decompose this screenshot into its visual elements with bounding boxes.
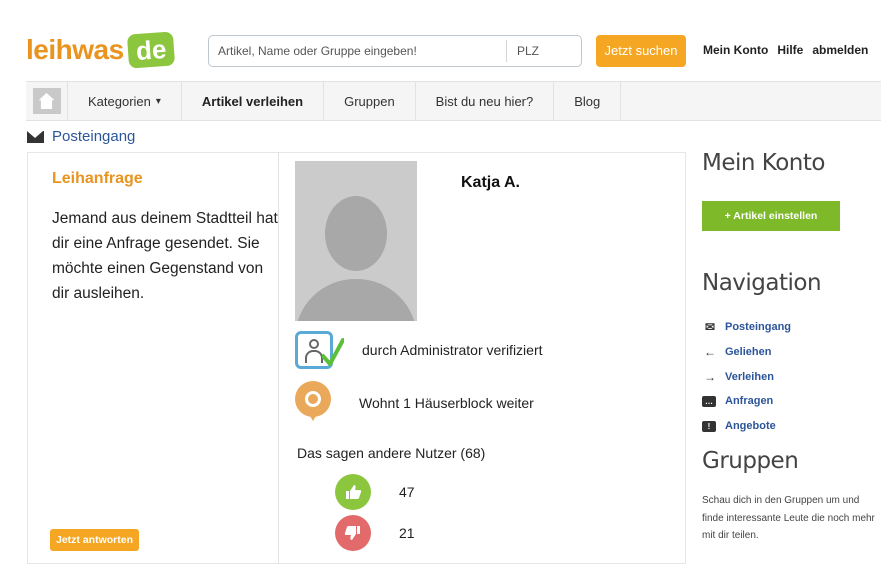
sidebar-item-label: Geliehen [725,346,772,359]
nav-item-label: Gruppen [344,93,395,109]
envelope-icon: ✉ [704,320,716,335]
top-links: Mein Konto Hilfe abmelden [703,43,868,57]
breadcrumb-inbox[interactable]: Posteingang [52,128,135,145]
home-icon [32,88,61,114]
request-message: Leihanfrage Jemand aus deinem Stadtteil … [28,153,279,563]
request-card: Leihanfrage Jemand aus deinem Stadtteil … [27,152,686,564]
nav-item-label: Artikel verleihen [201,93,304,109]
nav-item-categories[interactable]: Kategorien ▾ [68,82,182,120]
sidebar-item-lend[interactable]: → Verleihen [702,364,791,389]
main-navbar: Kategorien ▾ Artikel verleihen Gruppen B… [26,81,881,121]
help-link[interactable]: Hilfe [777,43,803,57]
logo-badge: de [126,31,176,69]
nav-item-new-here[interactable]: Bist du neu hier? [416,82,555,120]
plz-input[interactable] [507,36,581,66]
speech-bubble-icon: … [702,395,716,407]
sidebar-item-inbox[interactable]: ✉ Posteingang [702,315,791,340]
reviews-title: Das sagen andere Nutzer (68) [297,445,486,461]
nav-item-lend-article[interactable]: Artikel verleihen [182,82,325,120]
location-text: Wohnt 1 Häuserblock weiter [359,395,534,411]
checkmark-icon [322,338,344,366]
user-name[interactable]: Katja A. [461,174,520,192]
verified-user-icon [295,331,344,369]
logout-link[interactable]: abmelden [812,43,868,57]
search-input[interactable] [209,36,506,66]
sidebar-item-borrowed[interactable]: ← Geliehen [702,340,791,365]
exclamation-bubble-icon: ! [702,420,716,432]
account-heading: Mein Konto [702,150,825,176]
verified-row: durch Administrator verifiziert [295,331,543,369]
sidebar-item-offers[interactable]: ! Angebote [702,414,791,439]
nav-item-label: Kategorien [88,93,151,109]
chevron-down-icon: ▾ [155,95,161,107]
envelope-icon [27,130,44,143]
negative-reviews[interactable]: 21 [335,515,415,551]
avatar[interactable] [295,161,417,321]
sidebar-item-label: Angebote [725,420,776,433]
add-article-button[interactable]: + Artikel einstellen [702,201,840,231]
location-pin-icon [295,381,331,425]
breadcrumb: Posteingang [27,128,135,145]
request-title: Leihanfrage [52,170,143,187]
sidebar-item-label: Anfragen [725,395,774,408]
home-button[interactable] [26,82,68,120]
arrow-right-icon: → [704,369,716,384]
thumbs-up-icon [335,474,371,510]
avatar-head [325,196,387,271]
arrow-left-icon: ← [704,345,716,360]
sidebar-nav: ✉ Posteingang ← Geliehen → Verleihen … A… [702,315,791,438]
sidebar-item-label: Posteingang [725,321,792,334]
nav-item-groups[interactable]: Gruppen [324,82,416,120]
groups-heading: Gruppen [702,448,799,474]
navigation-heading: Navigation [702,270,822,296]
nav-item-blog[interactable]: Blog [554,82,622,120]
my-account-link[interactable]: Mein Konto [703,43,768,57]
groups-description: Schau dich in den Gruppen um und finde i… [702,495,875,541]
logo-text: leihwas [26,34,124,65]
nav-item-label: Blog [574,93,601,109]
reply-now-button[interactable]: Jetzt antworten [50,529,140,551]
leihwas-logo[interactable]: leihwas de [26,30,176,70]
avatar-body [295,279,417,321]
sidebar-item-label: Verleihen [725,370,774,383]
search-button[interactable]: Jetzt suchen [596,35,686,67]
negative-count: 21 [399,525,415,541]
search-box [208,35,582,67]
location-row: Wohnt 1 Häuserblock weiter [295,381,534,425]
nav-item-label: Bist du neu hier? [435,93,534,109]
request-body: Jemand aus deinem Stadtteil hat dir eine… [52,210,278,302]
sidebar-item-requests[interactable]: … Anfragen [702,389,791,414]
positive-count: 47 [399,484,415,500]
verified-text: durch Administrator verifiziert [362,342,543,358]
positive-reviews[interactable]: 47 [335,474,415,510]
thumbs-down-icon [335,515,371,551]
